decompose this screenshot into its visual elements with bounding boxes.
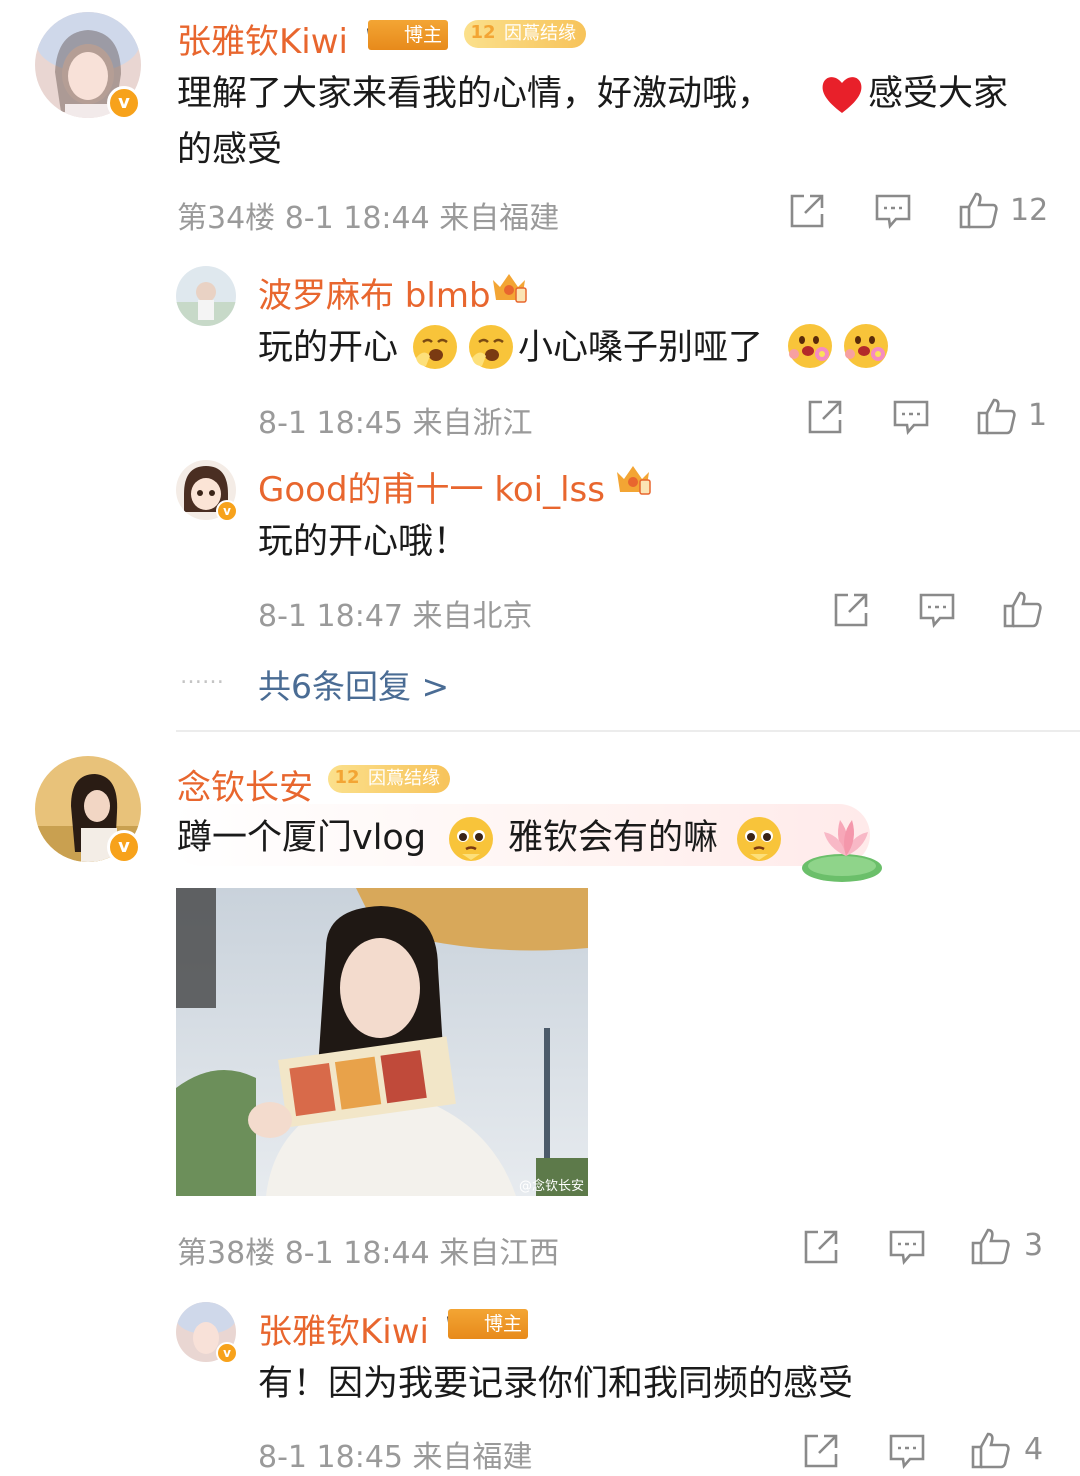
comment-icon[interactable] — [888, 1432, 926, 1474]
host-badge: 博主 — [448, 1309, 529, 1339]
reply-text: 玩的开心哦！ — [258, 522, 469, 562]
lotus-sticker — [800, 810, 892, 890]
comment-meta: 第38楼 8-1 18:44 来自江西 — [177, 1236, 560, 1271]
verified-v-icon: v — [216, 1342, 238, 1364]
username[interactable]: 波罗麻布 blmb — [258, 268, 491, 317]
share-icon[interactable] — [802, 1228, 840, 1270]
comment-icon[interactable] — [918, 591, 956, 633]
reply-meta: 8-1 18:45 来自福建 — [258, 1440, 533, 1475]
reply-meta: 8-1 18:47 来自北京 — [258, 599, 533, 634]
thumbs-up-icon[interactable] — [970, 1430, 1012, 1474]
flower-blush-emoji — [784, 320, 836, 376]
pleading-emoji — [734, 814, 784, 868]
like-count: 1 — [1028, 398, 1048, 433]
yawn-emoji — [466, 322, 516, 376]
thumbs-up-icon[interactable] — [1002, 589, 1044, 633]
more-replies-dots: …… — [180, 664, 224, 689]
level-badge[interactable]: 12 因蔦结缘 — [328, 765, 450, 793]
comment-icon[interactable] — [888, 1228, 926, 1270]
comment-meta: 第34楼 8-1 18:44 来自福建 — [177, 201, 560, 236]
level-badge[interactable]: 12 因蔦结缘 — [464, 20, 586, 48]
red-heart-emoji — [818, 70, 866, 122]
comment-icon[interactable] — [892, 398, 930, 440]
attached-photo[interactable]: @念钦长安 — [176, 888, 588, 1196]
share-icon[interactable] — [788, 192, 826, 234]
username[interactable]: 念钦长安 — [177, 760, 313, 809]
like-count: 3 — [1024, 1228, 1044, 1263]
yawn-emoji — [410, 322, 460, 376]
photo-watermark: @念钦长安 — [518, 1179, 584, 1194]
username[interactable]: 张雅钦Kiwi — [258, 1304, 429, 1353]
pleading-emoji — [446, 814, 496, 868]
share-icon[interactable] — [806, 398, 844, 440]
comment-text-line2: 的感受 — [177, 130, 283, 170]
host-badge: 博主 — [368, 20, 449, 50]
thumbs-up-icon[interactable] — [976, 396, 1018, 440]
username[interactable]: Good的甫十一 koi_lss — [258, 462, 605, 511]
comment-text-line1-end: 感受大家 — [868, 74, 1009, 114]
avatar[interactable] — [176, 266, 236, 326]
verified-v-icon: v — [216, 500, 238, 522]
thumbs-up-icon[interactable] — [958, 190, 1000, 234]
like-count: 12 — [1010, 193, 1049, 228]
verified-v-icon: v — [107, 86, 141, 120]
comment-text-line1: 理解了大家来看我的心情，好激动哦， — [177, 74, 773, 114]
reply-text-continued: 小心嗓子别哑了 — [518, 328, 764, 368]
verified-v-icon: v — [107, 830, 141, 864]
username[interactable]: 张雅钦Kiwi — [177, 14, 348, 63]
share-icon[interactable] — [802, 1432, 840, 1474]
reply-text: 玩的开心 — [258, 328, 399, 368]
crown-icon — [614, 462, 652, 500]
comment-divider — [176, 730, 1080, 732]
like-count: 4 — [1024, 1432, 1044, 1467]
comment-text: 蹲一个厦门vlog — [177, 818, 427, 858]
comment-text-continued: 雅钦会有的嘛 — [508, 818, 719, 858]
flower-blush-emoji — [840, 320, 892, 376]
reply-text: 有！因为我要记录你们和我同频的感受 — [258, 1364, 854, 1404]
share-icon[interactable] — [832, 591, 870, 633]
crown-icon — [490, 270, 528, 308]
more-replies-link[interactable]: 共6条回复 > — [258, 660, 449, 708]
thumbs-up-icon[interactable] — [970, 1226, 1012, 1270]
comment-icon[interactable] — [874, 192, 912, 234]
reply-meta: 8-1 18:45 来自浙江 — [258, 406, 533, 441]
